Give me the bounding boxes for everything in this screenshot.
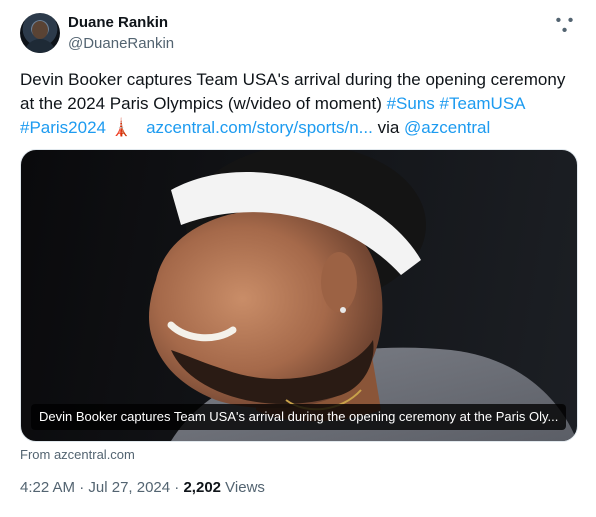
hashtag-paris2024[interactable]: #Paris2024 xyxy=(20,118,106,137)
link-card-media[interactable]: Devin Booker captures Team USA's arrival… xyxy=(20,149,578,442)
meta-separator: · xyxy=(75,479,89,496)
mention-azcentral[interactable]: @azcentral xyxy=(404,118,490,137)
hashtag-suns[interactable]: #Suns xyxy=(387,94,435,113)
avatar[interactable] xyxy=(20,13,60,53)
hashtag-teamusa[interactable]: #TeamUSA xyxy=(440,94,525,113)
views-label: Views xyxy=(221,479,265,496)
author-name[interactable]: Duane Rankin xyxy=(68,13,168,33)
views-count: 2,202 xyxy=(183,479,222,496)
tweet-date[interactable]: Jul 27, 2024 xyxy=(88,479,170,496)
tweet-text: Devin Booker captures Team USA's arrival… xyxy=(20,68,580,140)
tweet-meta: 4:22 AM · Jul 27, 2024 · 2,202 Views xyxy=(20,478,265,498)
avatar-shoulders xyxy=(24,39,56,53)
tweet-card[interactable]: Duane Rankin @DuaneRankin • • • Devin Bo… xyxy=(0,0,596,517)
more-horizontal-icon[interactable]: • • • xyxy=(554,13,576,39)
meta-separator-2: · xyxy=(170,479,184,496)
article-link[interactable]: azcentral.com/story/sports/n... xyxy=(146,118,373,137)
link-source[interactable]: From azcentral.com xyxy=(20,446,135,464)
avatar-head xyxy=(32,21,48,39)
author-handle[interactable]: @DuaneRankin xyxy=(68,34,174,54)
player-photo-illustration xyxy=(149,150,577,441)
eiffel-tower-emoji: 🗼 xyxy=(110,118,132,137)
media-caption: Devin Booker captures Team USA's arrival… xyxy=(31,404,567,430)
via-text: via xyxy=(372,118,405,137)
tweet-time[interactable]: 4:22 AM xyxy=(20,479,75,496)
